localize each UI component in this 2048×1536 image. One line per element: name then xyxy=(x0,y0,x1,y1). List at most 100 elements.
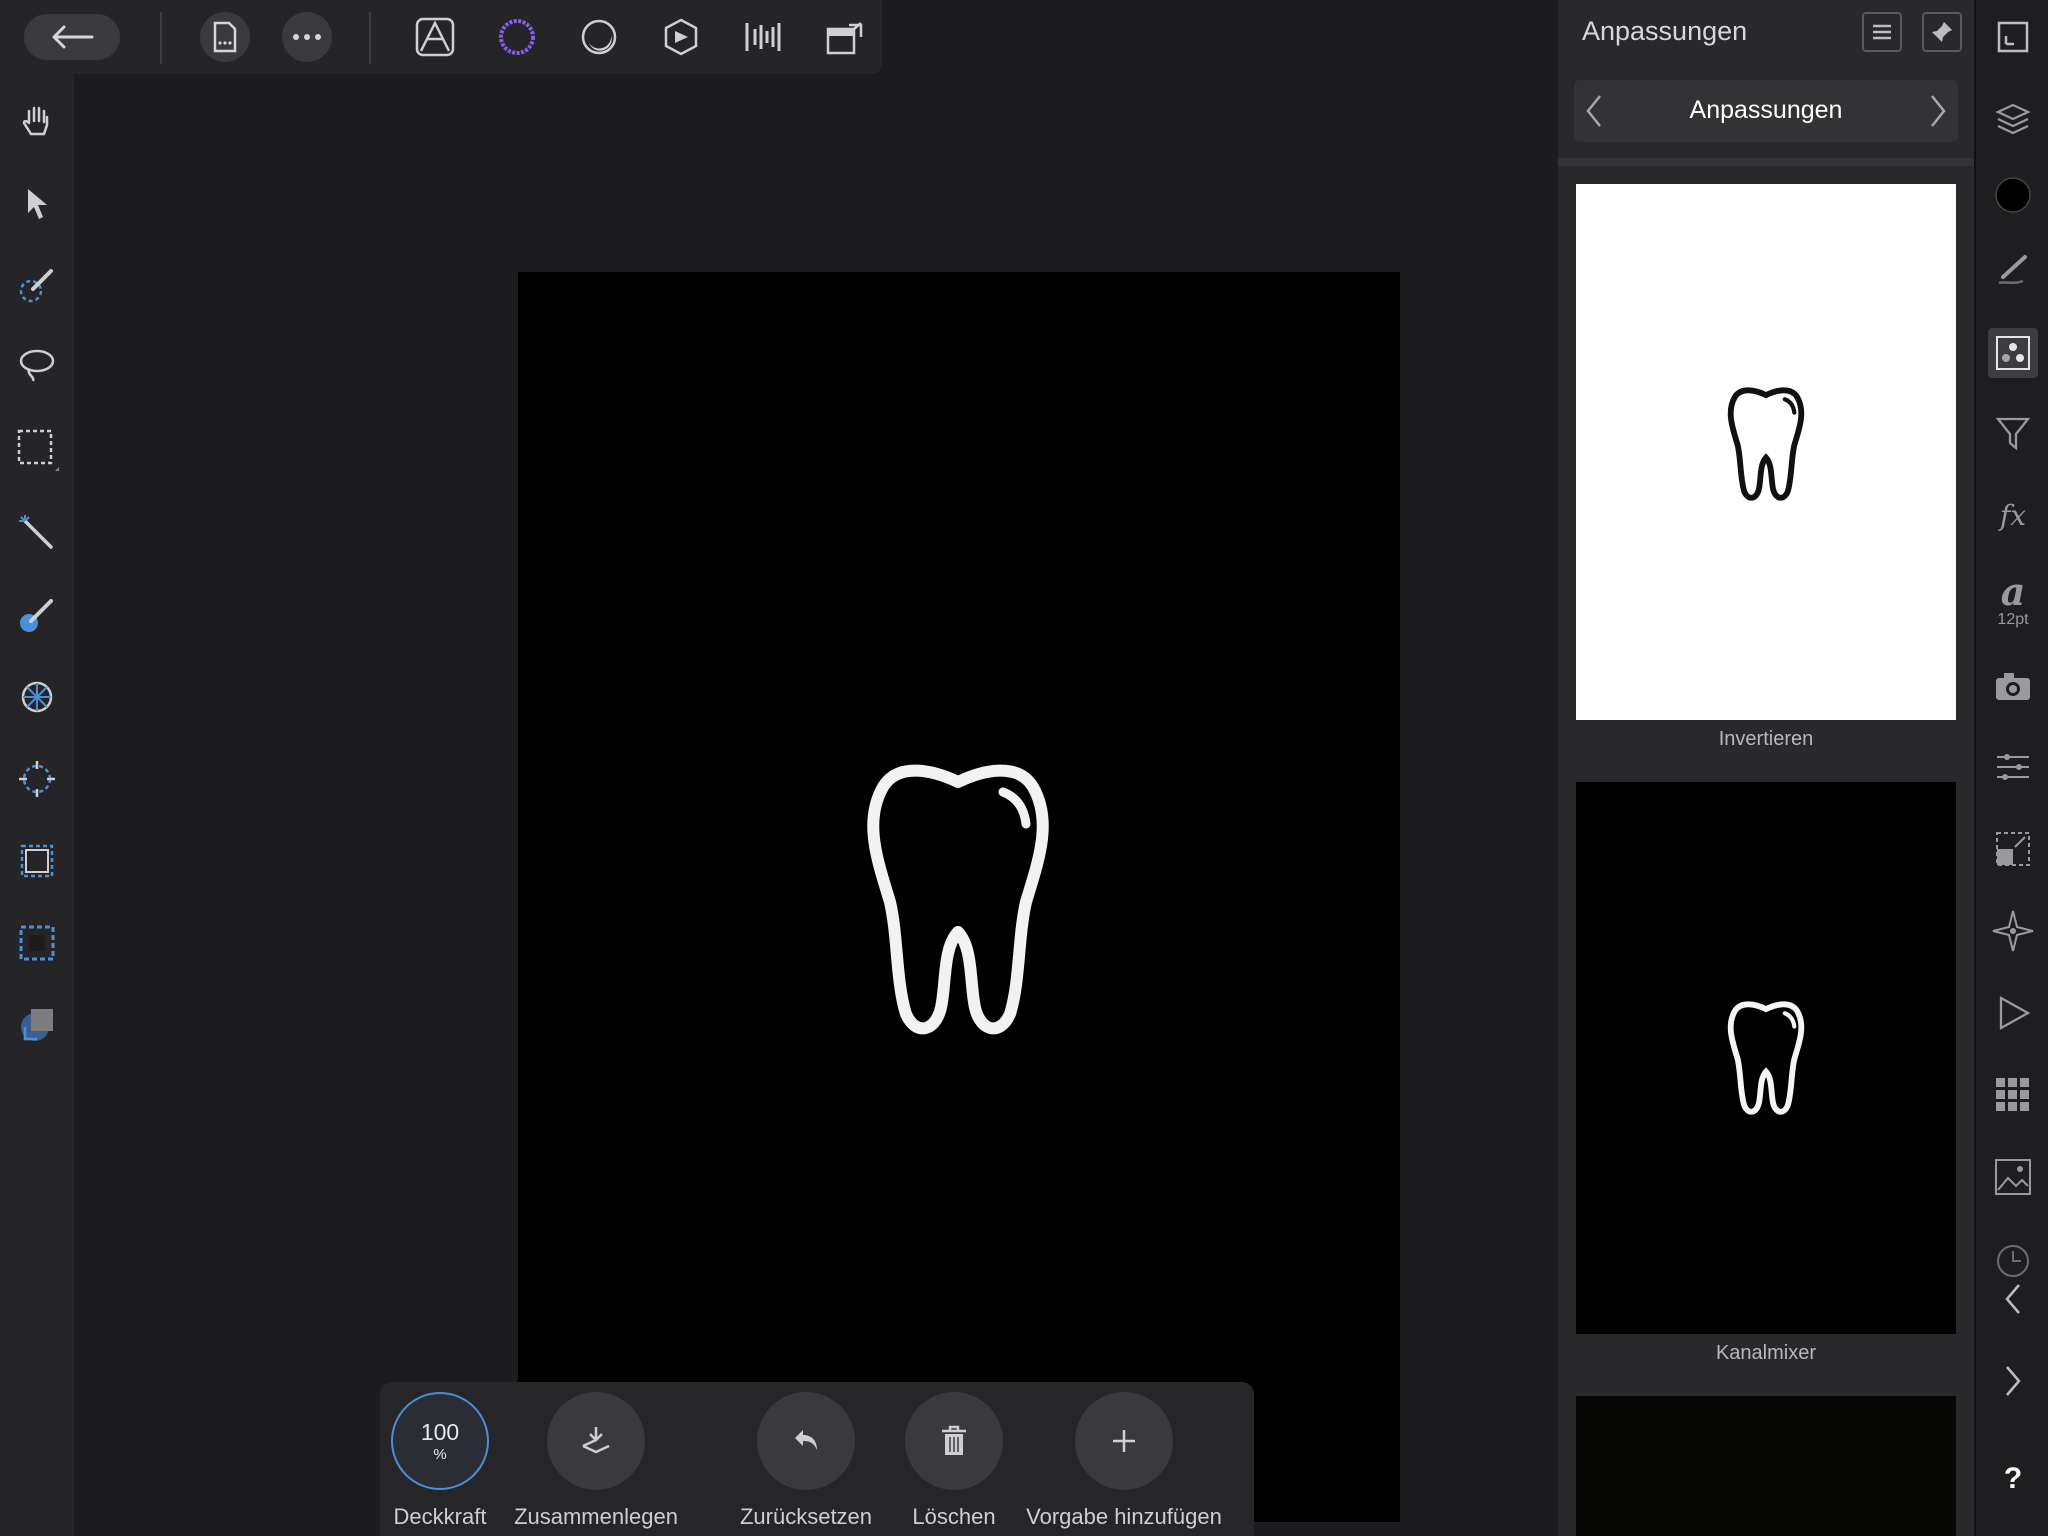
brushes-icon xyxy=(1998,255,2027,285)
camera-icon xyxy=(1996,673,2030,700)
document-canvas[interactable] xyxy=(518,272,1400,1522)
chevron-right-icon[interactable] xyxy=(1928,94,1948,128)
photo-persona-button[interactable] xyxy=(410,12,460,62)
help-icon: ? xyxy=(2003,1462,2023,1495)
sliders-icon xyxy=(1997,754,2029,780)
fullscreen-button[interactable] xyxy=(1988,12,2038,62)
move-tool[interactable] xyxy=(12,178,62,228)
develop-persona-button[interactable] xyxy=(574,12,624,62)
toolbar-divider xyxy=(369,12,371,64)
collapse-right-button[interactable] xyxy=(1988,1356,2038,1406)
opacity-unit: % xyxy=(433,1446,447,1463)
merge-button[interactable]: Zusammenlegen xyxy=(506,1392,686,1530)
layers-icon xyxy=(1995,103,2031,135)
trash-icon xyxy=(942,1425,966,1455)
image-icon xyxy=(1995,1159,2031,1195)
opacity-control[interactable]: 100 % Deckkraft xyxy=(380,1392,500,1530)
freehand-selection-tool[interactable] xyxy=(12,340,62,390)
opacity-label: Deckkraft xyxy=(393,1504,487,1529)
more-button[interactable] xyxy=(282,12,332,62)
document-button[interactable] xyxy=(200,12,250,62)
preset-thumbnail-channel-mixer[interactable] xyxy=(1576,782,1956,1334)
tooth-artwork xyxy=(867,764,1049,1035)
shape-tool[interactable] xyxy=(12,1000,62,1050)
reset-label: Zurücksetzen xyxy=(739,1504,873,1529)
chevron-right-icon xyxy=(2006,1366,2021,1396)
preset-thumbnail-invert[interactable] xyxy=(1576,184,1956,720)
play-icon xyxy=(1999,996,2031,1030)
add-preset-button[interactable]: Vorgabe hinzufügen xyxy=(1014,1392,1234,1530)
tooth-thumbnail xyxy=(1727,387,1805,501)
merge-layers-icon xyxy=(582,1427,610,1454)
navigator-button[interactable] xyxy=(1988,906,2038,956)
view-tool[interactable] xyxy=(12,918,62,968)
export-persona-button[interactable] xyxy=(738,12,788,62)
crop-tool-icon xyxy=(20,844,54,878)
flood-select-tool[interactable] xyxy=(12,508,62,558)
tooth-thumbnail xyxy=(1727,1001,1805,1115)
shape-tool-icon xyxy=(21,1009,53,1041)
liquify-persona-icon xyxy=(499,19,535,55)
colour-button[interactable] xyxy=(1988,170,2038,220)
layers-button[interactable] xyxy=(1988,94,2038,144)
selection-brush-tool[interactable] xyxy=(12,260,62,310)
collapse-left-button[interactable] xyxy=(1988,1274,2038,1324)
navigator-icon xyxy=(1992,910,2034,952)
retouch-tool[interactable] xyxy=(12,672,62,722)
reset-button[interactable]: Zurücksetzen xyxy=(716,1392,896,1530)
text-styles-button[interactable]: a 12pt xyxy=(1988,566,2038,636)
crop-tool[interactable] xyxy=(12,836,62,886)
category-title[interactable]: Anpassungen xyxy=(1574,96,1958,125)
effects-button[interactable]: fx xyxy=(1988,490,2038,540)
merge-circle[interactable] xyxy=(547,1392,645,1490)
flood-select-icon xyxy=(19,515,53,549)
stock-button[interactable] xyxy=(1988,1152,2038,1202)
brush-tool[interactable] xyxy=(12,590,62,640)
filter-icon xyxy=(1995,417,2031,451)
studio-link-icon xyxy=(826,22,863,55)
retouch-tool-icon xyxy=(21,681,53,713)
category-selector: Anpassungen xyxy=(1574,80,1958,142)
burn-tool-icon xyxy=(19,761,55,797)
top-toolbar xyxy=(0,0,882,74)
selection-brush-icon xyxy=(19,269,53,303)
help-button[interactable]: ? xyxy=(1988,1454,2038,1504)
reset-circle[interactable] xyxy=(757,1392,855,1490)
merge-label: Zusammenlegen xyxy=(514,1504,678,1529)
macro-button[interactable] xyxy=(1988,988,2038,1038)
delete-circle[interactable] xyxy=(905,1392,1003,1490)
transform-button[interactable] xyxy=(1988,824,2038,874)
toolbar-divider xyxy=(160,12,162,64)
adjustments-button[interactable] xyxy=(1988,328,2038,378)
studio-link-button[interactable] xyxy=(820,12,870,62)
sliders-button[interactable] xyxy=(1988,742,2038,792)
panel-menu-button[interactable] xyxy=(1862,12,1902,52)
tone-mapping-persona-button[interactable] xyxy=(656,12,706,62)
burn-tool[interactable] xyxy=(12,754,62,804)
studio-strip: fx a 12pt ? xyxy=(1974,0,2048,1536)
camera-button[interactable] xyxy=(1988,662,2038,712)
hand-tool-icon xyxy=(22,106,49,136)
panel-divider xyxy=(1558,158,1974,166)
plus-icon xyxy=(1113,1430,1135,1452)
pin-icon xyxy=(1932,22,1952,42)
delete-button[interactable]: Löschen xyxy=(894,1392,1014,1530)
document-icon xyxy=(213,21,237,53)
photo-persona-icon xyxy=(415,17,455,57)
move-tool-icon xyxy=(28,189,47,219)
opacity-dial[interactable]: 100 % xyxy=(391,1392,489,1490)
undo-icon xyxy=(795,1430,817,1450)
filters-button[interactable] xyxy=(1988,408,2038,458)
library-button[interactable] xyxy=(1988,1070,2038,1120)
back-button[interactable] xyxy=(24,14,120,60)
brushes-button[interactable] xyxy=(1988,244,2038,294)
add-preset-circle[interactable] xyxy=(1075,1392,1173,1490)
panel-pin-button[interactable] xyxy=(1922,12,1962,52)
font-size-label: 12pt xyxy=(1997,611,2029,628)
marquee-selection-icon xyxy=(17,429,59,471)
marquee-selection-tool[interactable] xyxy=(12,424,62,474)
brush-tool-icon xyxy=(20,599,53,632)
liquify-persona-button[interactable] xyxy=(492,12,542,62)
preset-thumbnail-next[interactable] xyxy=(1576,1396,1956,1536)
hand-tool[interactable] xyxy=(12,96,62,146)
